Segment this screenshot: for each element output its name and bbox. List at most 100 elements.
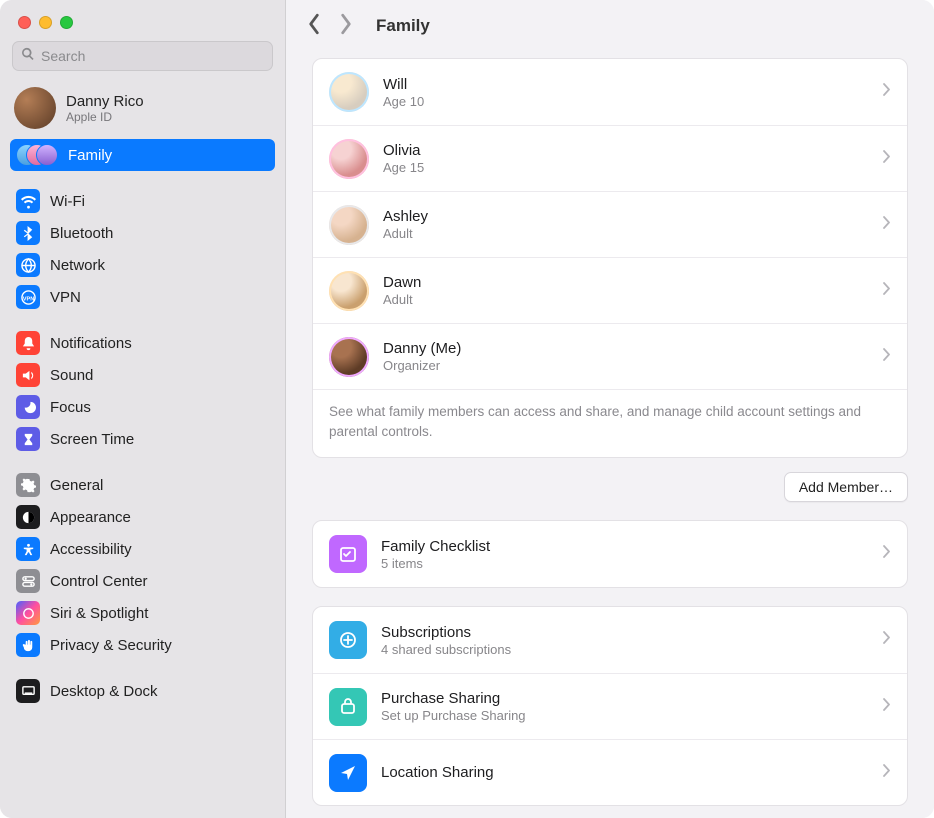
search-icon [21,47,41,66]
maximize-window-button[interactable] [60,16,73,29]
account-name: Danny Rico [66,93,144,110]
sidebar-item-notifications[interactable]: Notifications [10,327,275,359]
sidebar-item-label: Control Center [50,573,148,590]
add-member-button[interactable]: Add Member… [784,472,908,502]
chevron-right-icon [883,545,891,563]
sidebar-item-label: Accessibility [50,541,132,558]
chevron-right-icon [883,348,891,366]
bell-icon [16,331,40,355]
vpn-icon: VPN [16,285,40,309]
sidebar-item-privacy[interactable]: Privacy & Security [10,629,275,661]
member-name: Will [383,76,424,93]
sidebar-item-label: Network [50,257,105,274]
account-sub: Apple ID [66,110,144,124]
row-title: Purchase Sharing [381,690,526,707]
settings-window: Danny Rico Apple ID Family Wi-Fi [0,0,934,818]
family-member-row[interactable]: Danny (Me) Organizer [313,323,907,389]
sidebar-item-label: VPN [50,289,81,306]
hourglass-icon [16,427,40,451]
main-content[interactable]: Will Age 10 Olivia Age 15 Ashley Adult D… [286,52,934,818]
member-avatar [329,72,369,112]
sidebar-item-desktop-dock[interactable]: Desktop & Dock [10,675,275,707]
minimize-window-button[interactable] [39,16,52,29]
sidebar-item-appearance[interactable]: Appearance [10,501,275,533]
sidebar-item-label: Siri & Spotlight [50,605,148,622]
sidebar-item-controlcenter[interactable]: Control Center [10,565,275,597]
family-services-card: Subscriptions 4 shared subscriptions Pur… [312,606,908,806]
user-avatar [14,87,56,129]
chevron-right-icon [883,150,891,168]
row-sub: Set up Purchase Sharing [381,708,526,723]
chevron-right-icon [883,698,891,716]
search-field[interactable] [12,41,273,71]
main-header: Family [286,0,934,52]
sidebar-item-label: Bluetooth [50,225,113,242]
family-members-card: Will Age 10 Olivia Age 15 Ashley Adult D… [312,58,908,458]
member-sub: Age 15 [383,160,424,175]
chevron-right-icon [883,631,891,649]
member-avatar [329,139,369,179]
sidebar-item-label: Screen Time [50,431,134,448]
service-row[interactable]: Purchase Sharing Set up Purchase Sharing [313,673,907,739]
nav-forward-button[interactable] [338,13,354,40]
sidebar-item-label: Sound [50,367,93,384]
family-member-row[interactable]: Olivia Age 15 [313,125,907,191]
sidebar-item-label: Family [68,147,112,164]
sidebar-item-appleid[interactable]: Danny Rico Apple ID [0,81,285,139]
family-icon [16,143,58,167]
hand-icon [16,633,40,657]
sidebar-item-accessibility[interactable]: Accessibility [10,533,275,565]
sidebar-item-bluetooth[interactable]: Bluetooth [10,217,275,249]
search-input[interactable] [41,48,264,64]
family-checklist-row[interactable]: Family Checklist 5 items [313,521,907,587]
focus-icon [16,395,40,419]
accessibility-icon [16,537,40,561]
subscriptions-icon [329,621,367,659]
service-row[interactable]: Subscriptions 4 shared subscriptions [313,607,907,673]
member-avatar [329,271,369,311]
member-avatar [329,205,369,245]
member-sub: Organizer [383,358,461,373]
family-member-row[interactable]: Dawn Adult [313,257,907,323]
nav-back-button[interactable] [306,13,322,40]
svg-text:VPN: VPN [22,296,34,302]
location-icon [329,754,367,792]
siri-icon [16,601,40,625]
sidebar-item-label: Notifications [50,335,132,352]
member-sub: Adult [383,226,428,241]
sidebar-nav: Family Wi-Fi Bluetooth Network VPN [0,139,285,731]
member-name: Danny (Me) [383,340,461,357]
service-row[interactable]: Location Sharing [313,739,907,805]
window-controls [0,6,285,37]
family-member-row[interactable]: Ashley Adult [313,191,907,257]
sidebar-item-general[interactable]: General [10,469,275,501]
chevron-right-icon [883,216,891,234]
switches-icon [16,569,40,593]
sidebar-item-wifi[interactable]: Wi-Fi [10,185,275,217]
family-checklist-card: Family Checklist 5 items [312,520,908,588]
sidebar-item-sound[interactable]: Sound [10,359,275,391]
checklist-icon [329,535,367,573]
family-footer-text: See what family members can access and s… [313,389,907,457]
sidebar-item-label: Focus [50,399,91,416]
sidebar-item-label: Desktop & Dock [50,683,158,700]
chevron-right-icon [883,764,891,782]
page-title: Family [376,16,430,36]
family-member-row[interactable]: Will Age 10 [313,59,907,125]
row-sub: 5 items [381,556,490,571]
row-title: Location Sharing [381,764,494,781]
sidebar-item-vpn[interactable]: VPN VPN [10,281,275,313]
row-sub: 4 shared subscriptions [381,642,511,657]
main-pane: Family Will Age 10 Olivia Age 15 Ashley … [286,0,934,818]
sidebar-item-focus[interactable]: Focus [10,391,275,423]
close-window-button[interactable] [18,16,31,29]
sidebar-item-network[interactable]: Network [10,249,275,281]
dock-icon [16,679,40,703]
sound-icon [16,363,40,387]
sidebar-item-family[interactable]: Family [10,139,275,171]
sidebar-item-siri[interactable]: Siri & Spotlight [10,597,275,629]
sidebar-item-screentime[interactable]: Screen Time [10,423,275,455]
member-avatar [329,337,369,377]
gear-icon [16,473,40,497]
wifi-icon [16,189,40,213]
